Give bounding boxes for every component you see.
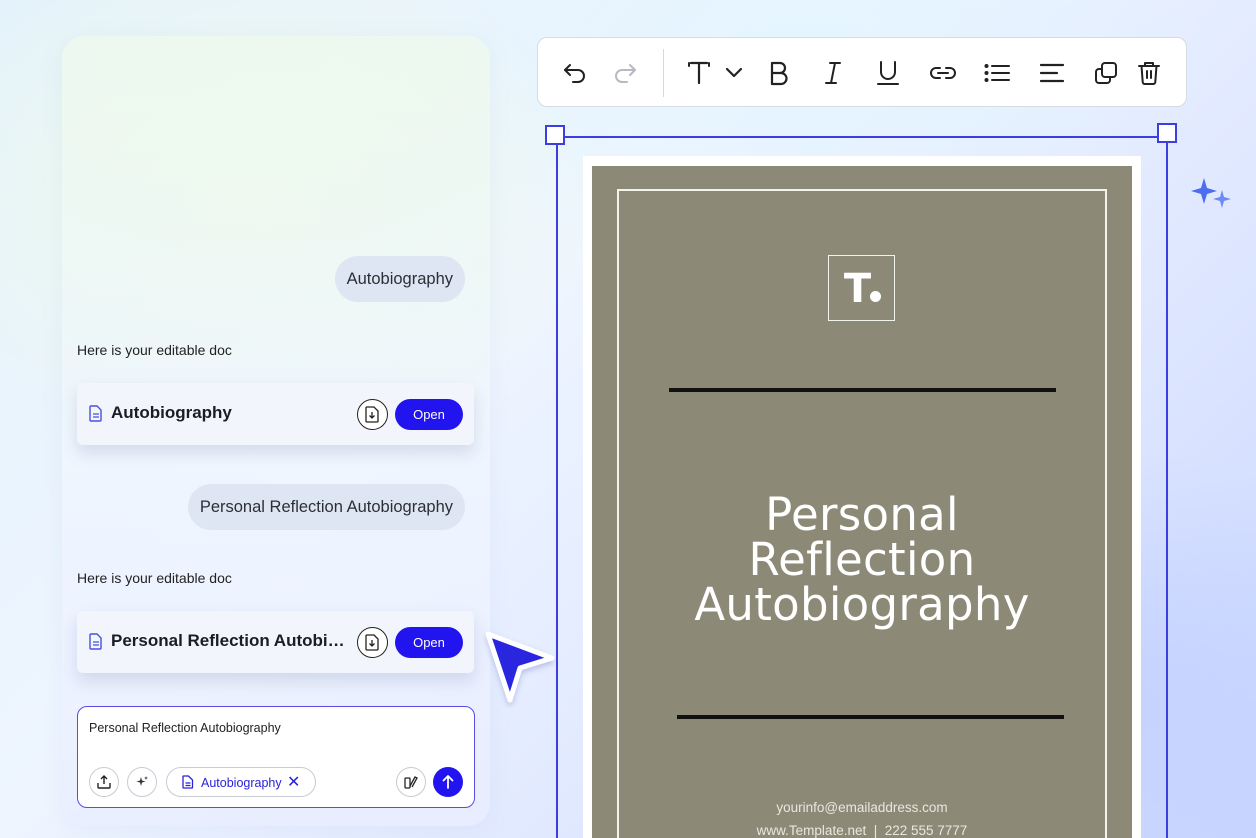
underline-button[interactable]: [873, 58, 903, 88]
duplicate-icon: [1095, 62, 1117, 84]
link-button[interactable]: [928, 58, 958, 88]
doc-result-card[interactable]: Personal Reflection Autobiography Open: [77, 611, 474, 673]
arrow-up-icon: [442, 775, 454, 789]
redo-icon: [615, 64, 636, 83]
duplicate-button[interactable]: [1091, 58, 1121, 88]
doc-card-title: Personal Reflection Autobiography: [111, 631, 351, 650]
italic-button[interactable]: [818, 58, 848, 88]
send-button[interactable]: [433, 767, 463, 797]
align-button[interactable]: [1037, 58, 1067, 88]
text-style-icon: [688, 61, 743, 85]
prompt-input[interactable]: Personal Reflection Autobiography: [89, 721, 281, 735]
bulleted-list-button[interactable]: [982, 58, 1012, 88]
editor-toolbar: [537, 37, 1187, 107]
resize-handle-top-left[interactable]: [545, 125, 565, 145]
open-button[interactable]: Open: [395, 627, 463, 658]
attachment-chip-label: Autobiography: [201, 776, 282, 790]
template-picker-button[interactable]: [396, 767, 426, 797]
assistant-message-text: Here is your editable doc: [77, 570, 232, 586]
text-style-dropdown[interactable]: [685, 58, 747, 88]
sparkle-icon: [136, 776, 148, 786]
assistant-message-text: Here is your editable doc: [77, 342, 232, 358]
bulleted-list-icon: [984, 64, 1010, 82]
document-icon: [89, 633, 102, 650]
upload-icon: [97, 775, 111, 789]
align-left-icon: [1039, 63, 1065, 83]
open-button[interactable]: Open: [395, 399, 463, 430]
close-icon[interactable]: ✕: [287, 772, 300, 792]
download-button[interactable]: [357, 399, 388, 430]
doc-card-title: Autobiography: [111, 403, 232, 422]
design-icon: [404, 776, 418, 789]
download-file-icon: [365, 406, 379, 423]
prompt-composer[interactable]: Personal Reflection Autobiography Autobi…: [77, 706, 475, 808]
document-icon: [182, 775, 194, 789]
sparkle-icon: [1191, 178, 1231, 208]
doc-result-card[interactable]: Autobiography Open: [77, 383, 474, 445]
chat-panel: Autobiography Here is your editable doc …: [62, 36, 490, 826]
resize-handle-top-right[interactable]: [1157, 123, 1177, 143]
italic-icon: [825, 62, 841, 84]
user-message-bubble: Autobiography: [334, 256, 465, 302]
selection-box: [556, 136, 1168, 838]
undo-button[interactable]: [560, 58, 590, 88]
underline-icon: [877, 61, 899, 85]
document-icon: [89, 405, 102, 422]
bold-icon: [770, 61, 788, 86]
download-file-icon: [365, 634, 379, 651]
delete-button[interactable]: [1134, 58, 1164, 88]
ai-enhance-button[interactable]: [127, 767, 157, 797]
trash-icon: [1138, 62, 1160, 85]
redo-button[interactable]: [610, 58, 640, 88]
upload-button[interactable]: [89, 767, 119, 797]
toolbar-divider: [663, 49, 664, 97]
attachment-chip[interactable]: Autobiography ✕: [166, 767, 316, 797]
user-message-bubble: Personal Reflection Autobiography: [187, 484, 465, 530]
undo-icon: [564, 64, 585, 83]
download-button[interactable]: [357, 627, 388, 658]
cursor-pointer-icon: [485, 631, 555, 703]
bold-button[interactable]: [764, 58, 794, 88]
link-icon: [930, 67, 956, 79]
